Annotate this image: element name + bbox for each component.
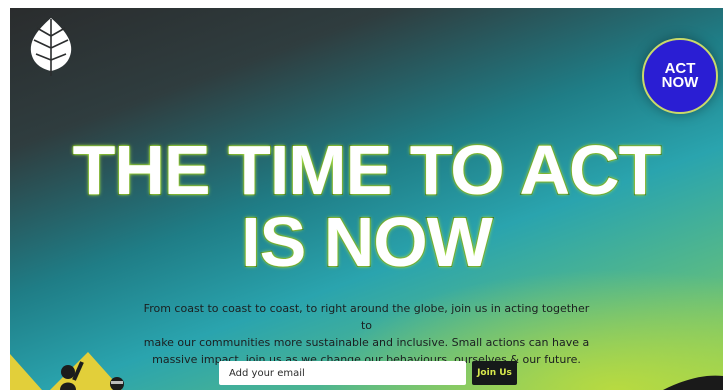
intro-line2: make our communities more sustainable an…: [143, 336, 590, 349]
leaf-icon[interactable]: [28, 16, 74, 78]
join-us-button[interactable]: Join Us: [472, 361, 517, 385]
headline-line1: THE TIME TO ACT: [72, 131, 663, 209]
runners-illustration: [10, 352, 124, 390]
intro-paragraph: From coast to coast to coast, to right a…: [140, 300, 593, 368]
decorative-wave: [663, 375, 723, 390]
act-now-line2: NOW: [661, 74, 699, 91]
intro-line1: From coast to coast to coast, to right a…: [143, 302, 590, 332]
act-now-badge[interactable]: ACT NOW: [642, 38, 718, 114]
headline-line2: IS NOW: [240, 203, 494, 281]
email-input[interactable]: [219, 361, 466, 385]
hero-section: ACT NOW THE TIME TO ACT IS NOW From coas…: [10, 8, 723, 390]
